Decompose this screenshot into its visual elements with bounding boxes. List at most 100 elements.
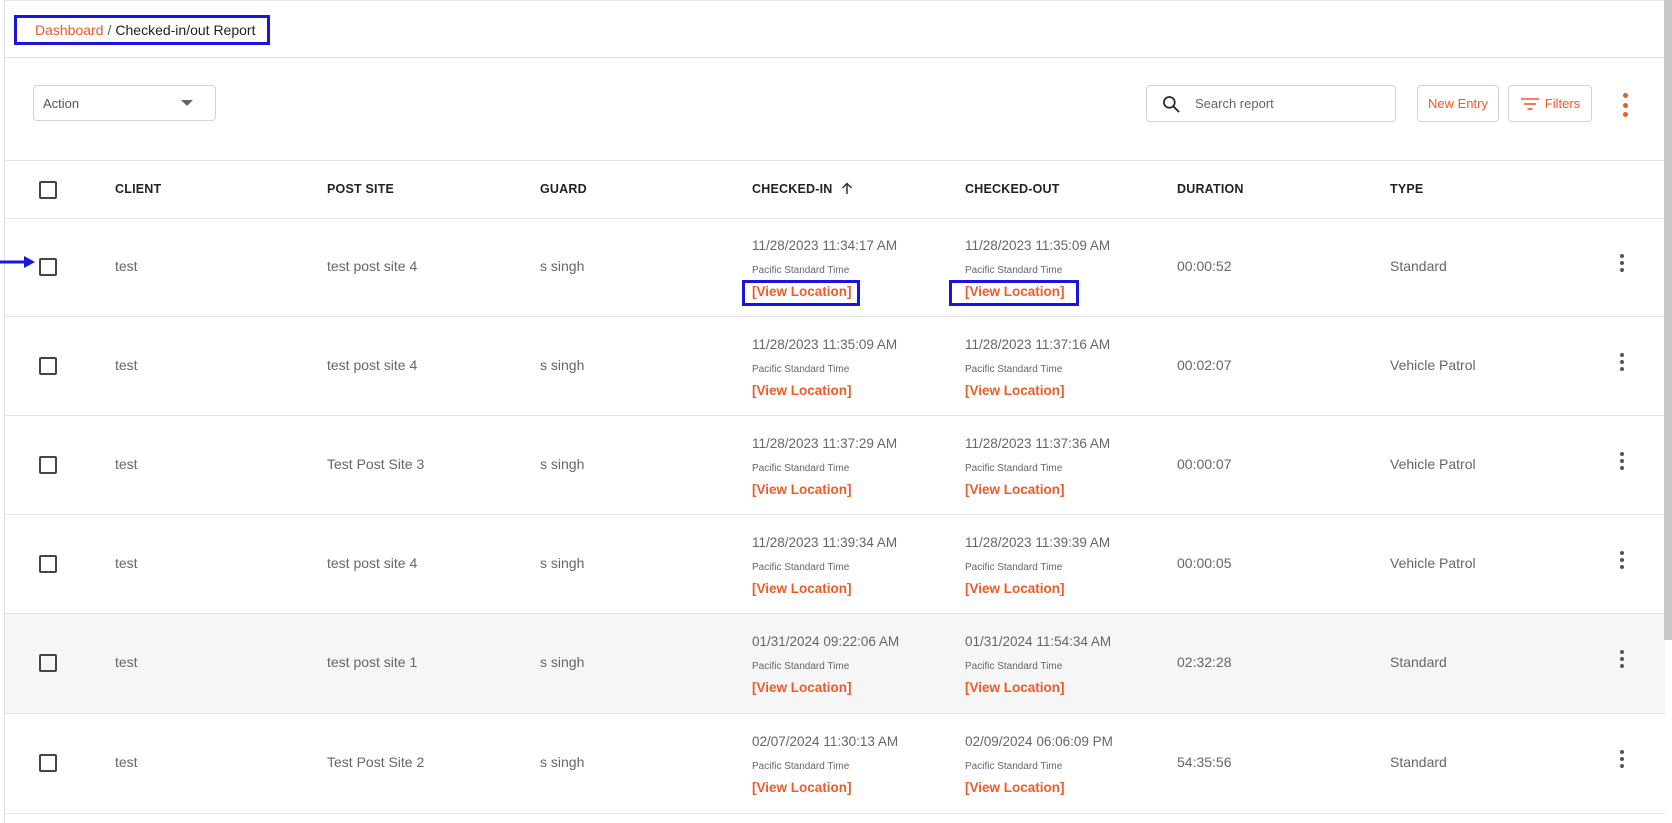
column-header-client[interactable]: CLIENT xyxy=(115,182,161,196)
checked-in-time: 11/28/2023 11:35:09 AM xyxy=(752,337,898,352)
vertical-scrollbar[interactable] xyxy=(1664,0,1672,640)
breadcrumb: Dashboard / Checked-in/out Report xyxy=(14,15,270,45)
client-cell: test xyxy=(115,754,138,770)
column-header-post-site[interactable]: POST SITE xyxy=(327,182,394,196)
chevron-down-icon xyxy=(181,100,193,106)
search-box[interactable] xyxy=(1146,85,1396,122)
checked-out-time: 11/28/2023 11:39:39 AM xyxy=(965,535,1111,550)
filters-button[interactable]: Filters xyxy=(1508,85,1592,122)
duration-cell: 00:00:07 xyxy=(1177,456,1232,472)
row-checkbox[interactable] xyxy=(39,258,57,276)
guard-cell: s singh xyxy=(540,555,585,571)
report-page: Dashboard / Checked-in/out Report Action… xyxy=(4,0,1665,823)
duration-cell: 00:02:07 xyxy=(1177,357,1232,373)
row-checkbox[interactable] xyxy=(39,654,57,672)
checked-out-view-location-link[interactable]: [View Location] xyxy=(965,680,1065,695)
highlight-box xyxy=(742,280,860,306)
guard-cell: s singh xyxy=(540,258,585,274)
new-entry-button[interactable]: New Entry xyxy=(1417,85,1499,122)
checked-out-timezone: Pacific Standard Time xyxy=(965,661,1063,672)
table-row: test test post site 4 s singh 11/28/2023… xyxy=(5,317,1665,416)
checked-in-view-location-link[interactable]: [View Location] xyxy=(752,780,852,795)
checked-in-view-location-link[interactable]: [View Location] xyxy=(752,680,852,695)
guard-cell: s singh xyxy=(540,456,585,472)
table-row: test test post site 1 s singh 01/31/2024… xyxy=(5,614,1665,714)
checked-in-time: 02/07/2024 11:30:13 AM xyxy=(752,734,899,749)
checked-in-timezone: Pacific Standard Time xyxy=(752,463,850,474)
highlight-box xyxy=(949,280,1079,306)
action-select-value: Action xyxy=(43,95,80,111)
checked-out-view-location-link[interactable]: [View Location] xyxy=(965,581,1065,596)
client-cell: test xyxy=(115,258,138,274)
type-cell: Standard xyxy=(1390,654,1447,670)
row-more-icon[interactable] xyxy=(1619,750,1625,768)
select-all-checkbox[interactable] xyxy=(39,181,57,199)
breadcrumb-separator: / xyxy=(107,22,112,38)
checked-in-label: CHECKED-IN xyxy=(752,182,833,196)
checked-out-time: 11/28/2023 11:37:36 AM xyxy=(965,436,1111,451)
checked-out-timezone: Pacific Standard Time xyxy=(965,463,1063,474)
column-header-guard[interactable]: GUARD xyxy=(540,182,587,196)
breadcrumb-dashboard-link[interactable]: Dashboard xyxy=(35,22,104,38)
checked-out-timezone: Pacific Standard Time xyxy=(965,761,1063,772)
duration-cell: 00:00:52 xyxy=(1177,258,1232,274)
row-more-icon[interactable] xyxy=(1619,650,1625,668)
checked-out-time: 02/09/2024 06:06:09 PM xyxy=(965,734,1113,749)
row-checkbox[interactable] xyxy=(39,555,57,573)
more-options-icon[interactable] xyxy=(1619,93,1631,117)
row-more-icon[interactable] xyxy=(1619,254,1625,272)
table-header: CLIENT POST SITE GUARD CHECKED-IN CHECKE… xyxy=(5,160,1665,219)
breadcrumb-current: Checked-in/out Report xyxy=(115,22,256,38)
guard-cell: s singh xyxy=(540,754,585,770)
post-site-cell: test post site 4 xyxy=(327,258,418,274)
row-more-icon[interactable] xyxy=(1619,452,1625,470)
client-cell: test xyxy=(115,654,138,670)
type-cell: Vehicle Patrol xyxy=(1390,357,1476,373)
breadcrumb-bar: Dashboard / Checked-in/out Report xyxy=(5,0,1665,58)
post-site-cell: test post site 4 xyxy=(327,357,418,373)
type-cell: Standard xyxy=(1390,258,1447,274)
client-cell: test xyxy=(115,555,138,571)
row-more-icon[interactable] xyxy=(1619,353,1625,371)
checked-in-timezone: Pacific Standard Time xyxy=(752,761,850,772)
row-checkbox[interactable] xyxy=(39,754,57,772)
checked-out-time: 11/28/2023 11:37:16 AM xyxy=(965,337,1111,352)
checked-in-view-location-link[interactable]: [View Location] xyxy=(752,581,852,596)
checked-out-timezone: Pacific Standard Time xyxy=(965,364,1063,375)
duration-cell: 02:32:28 xyxy=(1177,654,1232,670)
checked-out-timezone: Pacific Standard Time xyxy=(965,265,1063,276)
toolbar: Action New Entry Filters xyxy=(5,57,1665,159)
checked-out-timezone: Pacific Standard Time xyxy=(965,562,1063,573)
client-cell: test xyxy=(115,357,138,373)
guard-cell: s singh xyxy=(540,654,585,670)
type-cell: Standard xyxy=(1390,754,1447,770)
client-cell: test xyxy=(115,456,138,472)
duration-cell: 54:35:56 xyxy=(1177,754,1232,770)
row-checkbox[interactable] xyxy=(39,357,57,375)
checked-in-time: 11/28/2023 11:34:17 AM xyxy=(752,238,898,253)
checked-in-timezone: Pacific Standard Time xyxy=(752,562,850,573)
column-header-duration[interactable]: DURATION xyxy=(1177,182,1244,196)
checked-out-view-location-link[interactable]: [View Location] xyxy=(965,383,1065,398)
search-input[interactable] xyxy=(1193,95,1377,112)
checked-in-view-location-link[interactable]: [View Location] xyxy=(752,482,852,497)
row-checkbox[interactable] xyxy=(39,456,57,474)
row-more-icon[interactable] xyxy=(1619,551,1625,569)
post-site-cell: Test Post Site 2 xyxy=(327,754,425,770)
checked-out-view-location-link[interactable]: [View Location] xyxy=(965,482,1065,497)
column-header-checked-in[interactable]: CHECKED-IN xyxy=(752,182,853,196)
annotation-arrow-icon xyxy=(0,256,35,268)
column-header-checked-out[interactable]: CHECKED-OUT xyxy=(965,182,1060,196)
checked-in-view-location-link[interactable]: [View Location] xyxy=(752,383,852,398)
table-row: test test post site 4 s singh 11/28/2023… xyxy=(5,218,1665,317)
search-icon xyxy=(1163,95,1180,112)
checked-in-timezone: Pacific Standard Time xyxy=(752,364,850,375)
filter-icon xyxy=(1520,97,1539,110)
checked-out-view-location-link[interactable]: [View Location] xyxy=(965,780,1065,795)
column-header-type[interactable]: TYPE xyxy=(1390,182,1423,196)
checked-out-time: 01/31/2024 11:54:34 AM xyxy=(965,634,1112,649)
action-select[interactable]: Action xyxy=(33,85,216,121)
checked-in-timezone: Pacific Standard Time xyxy=(752,265,850,276)
table-row: test Test Post Site 3 s singh 11/28/2023… xyxy=(5,416,1665,515)
checked-in-time: 11/28/2023 11:37:29 AM xyxy=(752,436,898,451)
